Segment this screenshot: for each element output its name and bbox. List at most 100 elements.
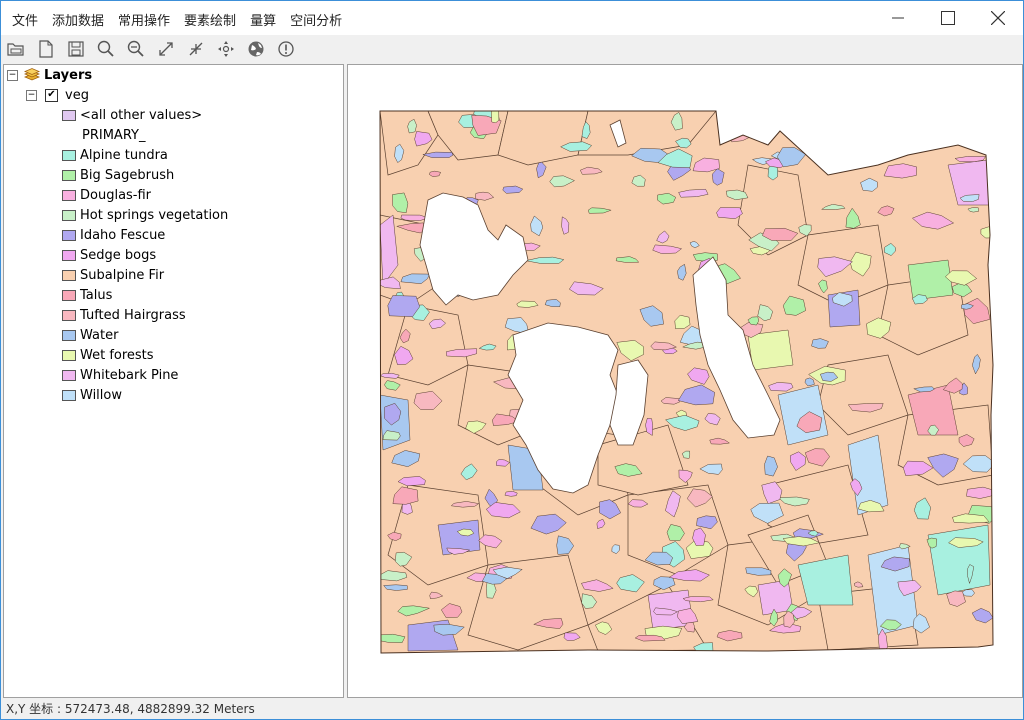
legend-swatch[interactable] [62,189,76,201]
vegetation-polygon [894,119,903,141]
globe-button[interactable] [245,38,267,60]
menu-spatial-analysis[interactable]: 空间分析 [283,8,349,31]
legend-swatch[interactable] [62,369,76,381]
legend-field-row: PRIMARY_ [82,126,145,144]
layers-icon [23,68,41,81]
layers-root-row: − Layers [7,66,92,84]
identify-button[interactable] [275,38,297,60]
legend-label: Tufted Hairgrass [80,307,186,323]
menu-file[interactable]: 文件 [5,8,45,31]
zoom-in-icon [97,40,114,57]
globe-icon [248,41,264,57]
fixed-zoom-button[interactable] [185,38,207,60]
application-window: 文件 添加数据 常用操作 要素绘制 量算 空间分析 − Layers − ✔ v… [0,0,1024,720]
vegetation-polygon [387,295,420,317]
layer-name: veg [65,87,89,103]
layer-row-veg: − ✔ veg [26,86,89,104]
legend-swatch[interactable] [62,229,76,241]
zoom-out-button[interactable] [125,38,147,60]
map-view[interactable] [347,64,1023,698]
legend-label: Idaho Fescue [80,227,166,243]
menu-measure[interactable]: 量算 [243,8,283,31]
legend-label: Douglas-fir [80,187,152,203]
close-button[interactable] [973,1,1023,35]
legend-item: Douglas-fir [62,186,151,204]
legend-item: Wet forests [62,346,154,364]
legend-swatch[interactable] [62,209,76,221]
legend-swatch[interactable] [62,289,76,301]
open-icon [7,43,24,56]
vegetation-polygon [948,111,967,122]
legend-item: Willow [62,386,122,404]
close-icon [991,11,1005,25]
layer-collapse-toggle[interactable]: − [26,89,37,101]
legend-swatch[interactable] [62,389,76,401]
legend-item: Sedge bogs [62,246,156,264]
legend-label: Whitebark Pine [80,367,179,383]
legend-label: Water [80,327,119,343]
maximize-icon [941,11,955,25]
legend-item: Subalpine Fir [62,266,164,284]
zoom-out-icon [127,40,144,57]
toolbar [1,35,1024,63]
zoom-in-button[interactable] [95,38,117,60]
legend-label: Big Sagebrush [80,167,175,183]
legend-label: Subalpine Fir [80,267,165,283]
vegetation-polygon [429,170,441,177]
coordinate-readout: X,Y 坐标 : 572473.48, 4882899.32 Meters [6,702,255,716]
vegetation-polygon [835,120,858,134]
save-button[interactable] [65,38,87,60]
layers-root-label: Layers [44,67,93,83]
legend-field-label: PRIMARY_ [82,127,146,143]
legend-swatch[interactable] [62,249,76,261]
legend-item: Talus [62,286,112,304]
legend-item: Hot springs vegetation [62,206,228,224]
legend-swatch[interactable] [62,329,76,341]
legend-swatch[interactable] [62,169,76,181]
new-document-button[interactable] [35,38,57,60]
legend-swatch[interactable] [62,149,76,161]
vegetation-polygon [741,111,756,123]
maximize-button[interactable] [923,1,973,35]
vegetation-polygon [861,133,869,150]
layers-collapse-toggle[interactable]: − [7,69,18,81]
vegetation-map[interactable] [348,65,1022,697]
legend-swatch[interactable] [62,349,76,361]
open-button[interactable] [5,38,27,60]
save-icon [68,41,84,57]
fixed-zoom-icon [189,42,203,56]
vegetation-polygon [975,111,988,128]
menu-bar: 文件 添加数据 常用操作 要素绘制 量算 空间分析 [5,8,349,31]
menu-feature-drawing[interactable]: 要素绘制 [177,8,243,31]
vegetation-polygon [883,163,917,179]
legend-label: Hot springs vegetation [80,207,229,223]
legend-swatch[interactable] [62,269,76,281]
legend-label: Willow [80,387,122,403]
legend-label: Talus [80,287,113,303]
legend-item: Big Sagebrush [62,166,174,184]
legend-item: Idaho Fescue [62,226,165,244]
minimize-icon [892,17,904,19]
legend-label: Sedge bogs [80,247,157,263]
full-extent-button[interactable] [155,38,177,60]
status-bar: X,Y 坐标 : 572473.48, 4882899.32 Meters [1,698,1024,719]
vegetation-polygon [932,136,959,147]
minimize-button[interactable] [873,1,923,35]
legend-swatch[interactable] [62,309,76,321]
legend-default-label: <all other values> [80,107,203,123]
title-bar: 文件 添加数据 常用操作 要素绘制 量算 空间分析 [1,1,1023,35]
pan-icon [218,41,234,57]
menu-common-operations[interactable]: 常用操作 [111,8,177,31]
legend-item: Water [62,326,118,344]
vegetation-polygon [969,125,993,139]
layer-visibility-checkbox[interactable]: ✔ [45,88,58,102]
new-document-icon [39,40,53,58]
legend-swatch-default [62,109,76,121]
legend-label: Alpine tundra [80,147,168,163]
full-extent-icon [159,42,173,56]
legend-item: Whitebark Pine [62,366,178,384]
legend-default-row: <all other values> [62,106,202,124]
menu-add-data[interactable]: 添加数据 [45,8,111,31]
vegetation-polygon [980,226,993,239]
pan-button[interactable] [215,38,237,60]
